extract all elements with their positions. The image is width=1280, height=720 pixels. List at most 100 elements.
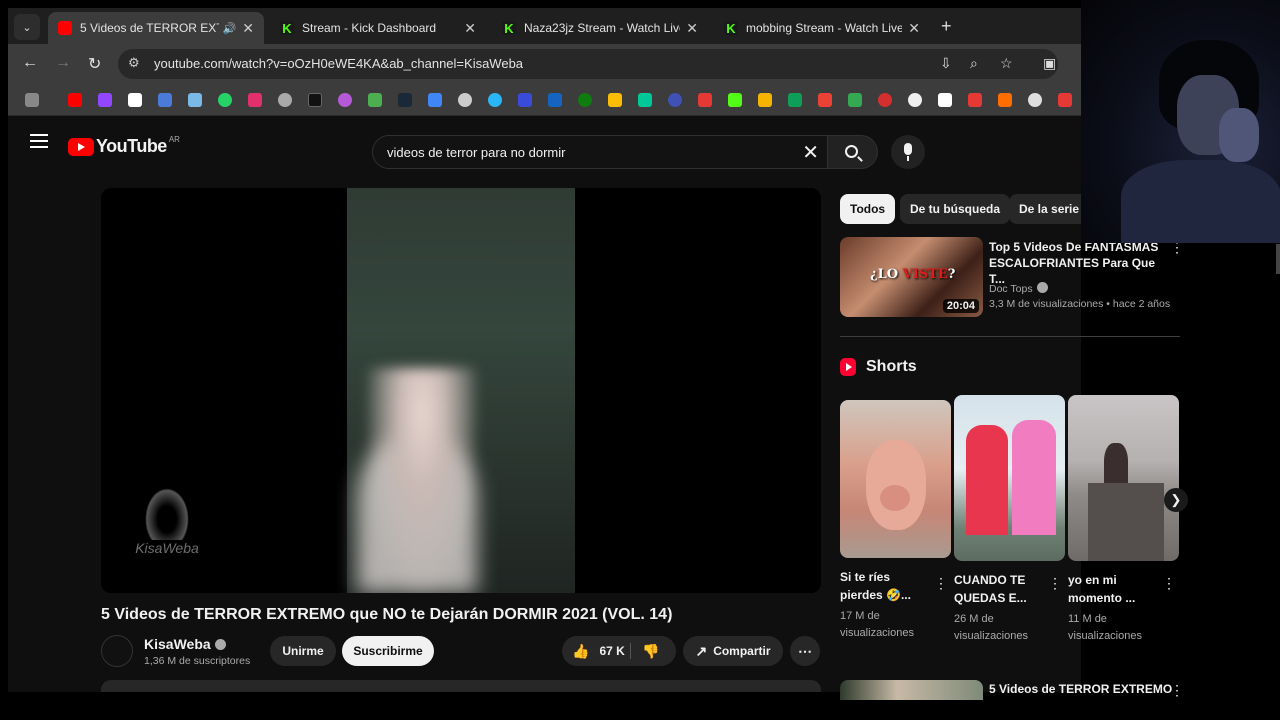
- tab-naza-stream[interactable]: K Naza23jz Stream - Watch Live on Kick ✕: [492, 12, 708, 44]
- speaker-icon[interactable]: 🔊: [223, 22, 237, 35]
- more-options-icon[interactable]: ⋮: [1162, 575, 1176, 592]
- tab-search-button[interactable]: ⌄: [14, 14, 40, 40]
- video-player[interactable]: KisaWeba: [101, 188, 821, 593]
- chip-de-la-serie[interactable]: De la serie: [1009, 194, 1090, 224]
- gmail-bookmark-icon[interactable]: [818, 93, 832, 107]
- clear-search-icon[interactable]: ✕: [802, 140, 819, 165]
- like-button[interactable]: 👍 67 K 👎: [562, 636, 676, 666]
- scrollbar[interactable]: [1276, 244, 1280, 274]
- bookmark-icon[interactable]: [878, 93, 892, 107]
- bookmark-icon[interactable]: [1028, 93, 1042, 107]
- notion-bookmark-icon[interactable]: [938, 93, 952, 107]
- tab-youtube[interactable]: 5 Videos de TERROR EXTREMO 🔊 ✕: [48, 12, 264, 44]
- chip-todos[interactable]: Todos: [840, 194, 896, 224]
- bookmark-icon[interactable]: [608, 93, 622, 107]
- whatsapp-bookmark-icon[interactable]: [218, 93, 232, 107]
- join-button[interactable]: Unirme: [270, 636, 336, 666]
- chevron-right-icon[interactable]: ❯: [1164, 488, 1188, 512]
- site-info-icon[interactable]: ⚙: [128, 55, 140, 71]
- bookmark-icon[interactable]: [1058, 93, 1072, 107]
- share-button[interactable]: ↗ Compartir: [683, 636, 783, 666]
- bookmark-icon[interactable]: [338, 93, 352, 107]
- short-thumbnail[interactable]: [954, 395, 1065, 561]
- search-input[interactable]: videos de terror para no dormir ✕: [372, 135, 828, 169]
- short-title[interactable]: CUANDO TE QUEDAS E...: [954, 571, 1046, 607]
- x-bookmark-icon[interactable]: [128, 93, 142, 107]
- divider: [840, 336, 1180, 337]
- youtube-bookmark-icon[interactable]: [68, 93, 82, 107]
- close-tab-icon[interactable]: ✕: [686, 20, 698, 37]
- minecraft-bookmark-icon[interactable]: [368, 93, 382, 107]
- youtube-logo[interactable]: YouTube AR: [68, 135, 180, 157]
- bookmark-icon[interactable]: [278, 93, 292, 107]
- video-title: 5 Videos de TERROR EXTREMO que NO te Dej…: [101, 606, 673, 623]
- short-title[interactable]: Si te ríes pierdes 🤣...: [840, 568, 932, 604]
- photos-bookmark-icon[interactable]: [758, 93, 772, 107]
- voice-search-icon[interactable]: [891, 135, 925, 169]
- bookmark-icon[interactable]: [188, 93, 202, 107]
- search-button[interactable]: [828, 135, 878, 169]
- subscribe-button[interactable]: Suscribirme: [342, 636, 434, 666]
- extensions-icon[interactable]: ▣: [1043, 55, 1056, 72]
- more-options-icon[interactable]: ⋮: [1048, 575, 1062, 592]
- zoom-icon[interactable]: ⌕: [970, 55, 978, 72]
- tab-mobbing-stream[interactable]: K mobbing Stream - Watch Live on Kick ✕: [714, 12, 930, 44]
- more-options-icon[interactable]: ⋮: [934, 575, 948, 592]
- channel-name[interactable]: Doc Tops: [989, 282, 1048, 295]
- short-item[interactable]: yo en mi momento ... 11 M de visualizaci…: [1068, 395, 1179, 645]
- channel-name[interactable]: KisaWeba: [144, 636, 226, 652]
- forward-icon[interactable]: →: [55, 54, 71, 72]
- short-thumbnail[interactable]: [1068, 395, 1179, 561]
- bookmark-icon[interactable]: [638, 93, 652, 107]
- video-title[interactable]: Top 5 Videos De FANTASMAS ESCALOFRIANTES…: [989, 239, 1169, 287]
- bookmark-icon[interactable]: [668, 93, 682, 107]
- video-thumbnail[interactable]: ¿LO VISTE? 20:04: [840, 237, 983, 317]
- close-tab-icon[interactable]: ✕: [242, 20, 254, 37]
- roblox-bookmark-icon[interactable]: [158, 93, 172, 107]
- short-item[interactable]: CUANDO TE QUEDAS E... 26 M de visualizac…: [954, 395, 1065, 645]
- short-item[interactable]: Si te ríes pierdes 🤣... 17 M de visualiz…: [840, 400, 951, 642]
- bookmark-icon[interactable]: [998, 93, 1012, 107]
- video-frame: [347, 188, 575, 593]
- thumb-shape: [966, 425, 1008, 535]
- avatar[interactable]: [101, 635, 133, 667]
- tab-kick-dashboard[interactable]: K Stream - Kick Dashboard ✕: [270, 12, 486, 44]
- drive-bookmark-icon[interactable]: [788, 93, 802, 107]
- bookmark-icon[interactable]: [518, 93, 532, 107]
- more-options-icon[interactable]: ⋮: [1170, 682, 1184, 699]
- address-bar[interactable]: ⚙ youtube.com/watch?v=oOzH0eWE4KA&ab_cha…: [118, 49, 1058, 79]
- chip-de-tu-busqueda[interactable]: De tu búsqueda: [900, 194, 1011, 224]
- bookmark-icon[interactable]: [488, 93, 502, 107]
- instagram-bookmark-icon[interactable]: [248, 93, 262, 107]
- menu-icon[interactable]: [30, 134, 48, 148]
- video-title[interactable]: 5 Videos de TERROR EXTREMO: [989, 682, 1172, 696]
- back-icon[interactable]: ←: [22, 54, 38, 72]
- steam-bookmark-icon[interactable]: [398, 93, 412, 107]
- description-box[interactable]: [101, 680, 821, 692]
- video-thumbnail[interactable]: [840, 680, 983, 700]
- thumbs-down-icon[interactable]: 👎: [642, 643, 659, 660]
- threads-bookmark-icon[interactable]: [908, 93, 922, 107]
- bookmark-icon[interactable]: [968, 93, 982, 107]
- bookmark-icon[interactable]: [548, 93, 562, 107]
- verified-icon: [1036, 282, 1048, 293]
- bookmark-icon[interactable]: [698, 93, 712, 107]
- close-tab-icon[interactable]: ✕: [908, 20, 920, 37]
- translate-bookmark-icon[interactable]: [428, 93, 442, 107]
- bookmark-star-icon[interactable]: ☆: [1000, 55, 1013, 72]
- new-tab-button[interactable]: +: [941, 16, 952, 37]
- short-thumbnail[interactable]: [840, 400, 951, 558]
- recommended-video[interactable]: ¿LO VISTE? 20:04 Top 5 Videos De FANTASM…: [840, 237, 1184, 317]
- maps-bookmark-icon[interactable]: [848, 93, 862, 107]
- install-app-icon[interactable]: ⇩: [940, 55, 952, 72]
- apps-icon[interactable]: [25, 93, 39, 107]
- xbox-bookmark-icon[interactable]: [578, 93, 592, 107]
- twitch-bookmark-icon[interactable]: [98, 93, 112, 107]
- reload-icon[interactable]: ↻: [88, 54, 101, 74]
- close-tab-icon[interactable]: ✕: [464, 20, 476, 37]
- short-title[interactable]: yo en mi momento ...: [1068, 571, 1160, 607]
- kick-bookmark-icon[interactable]: [728, 93, 742, 107]
- more-actions-icon[interactable]: ⋯: [790, 636, 820, 666]
- tiktok-bookmark-icon[interactable]: [308, 93, 322, 107]
- bookmark-icon[interactable]: [458, 93, 472, 107]
